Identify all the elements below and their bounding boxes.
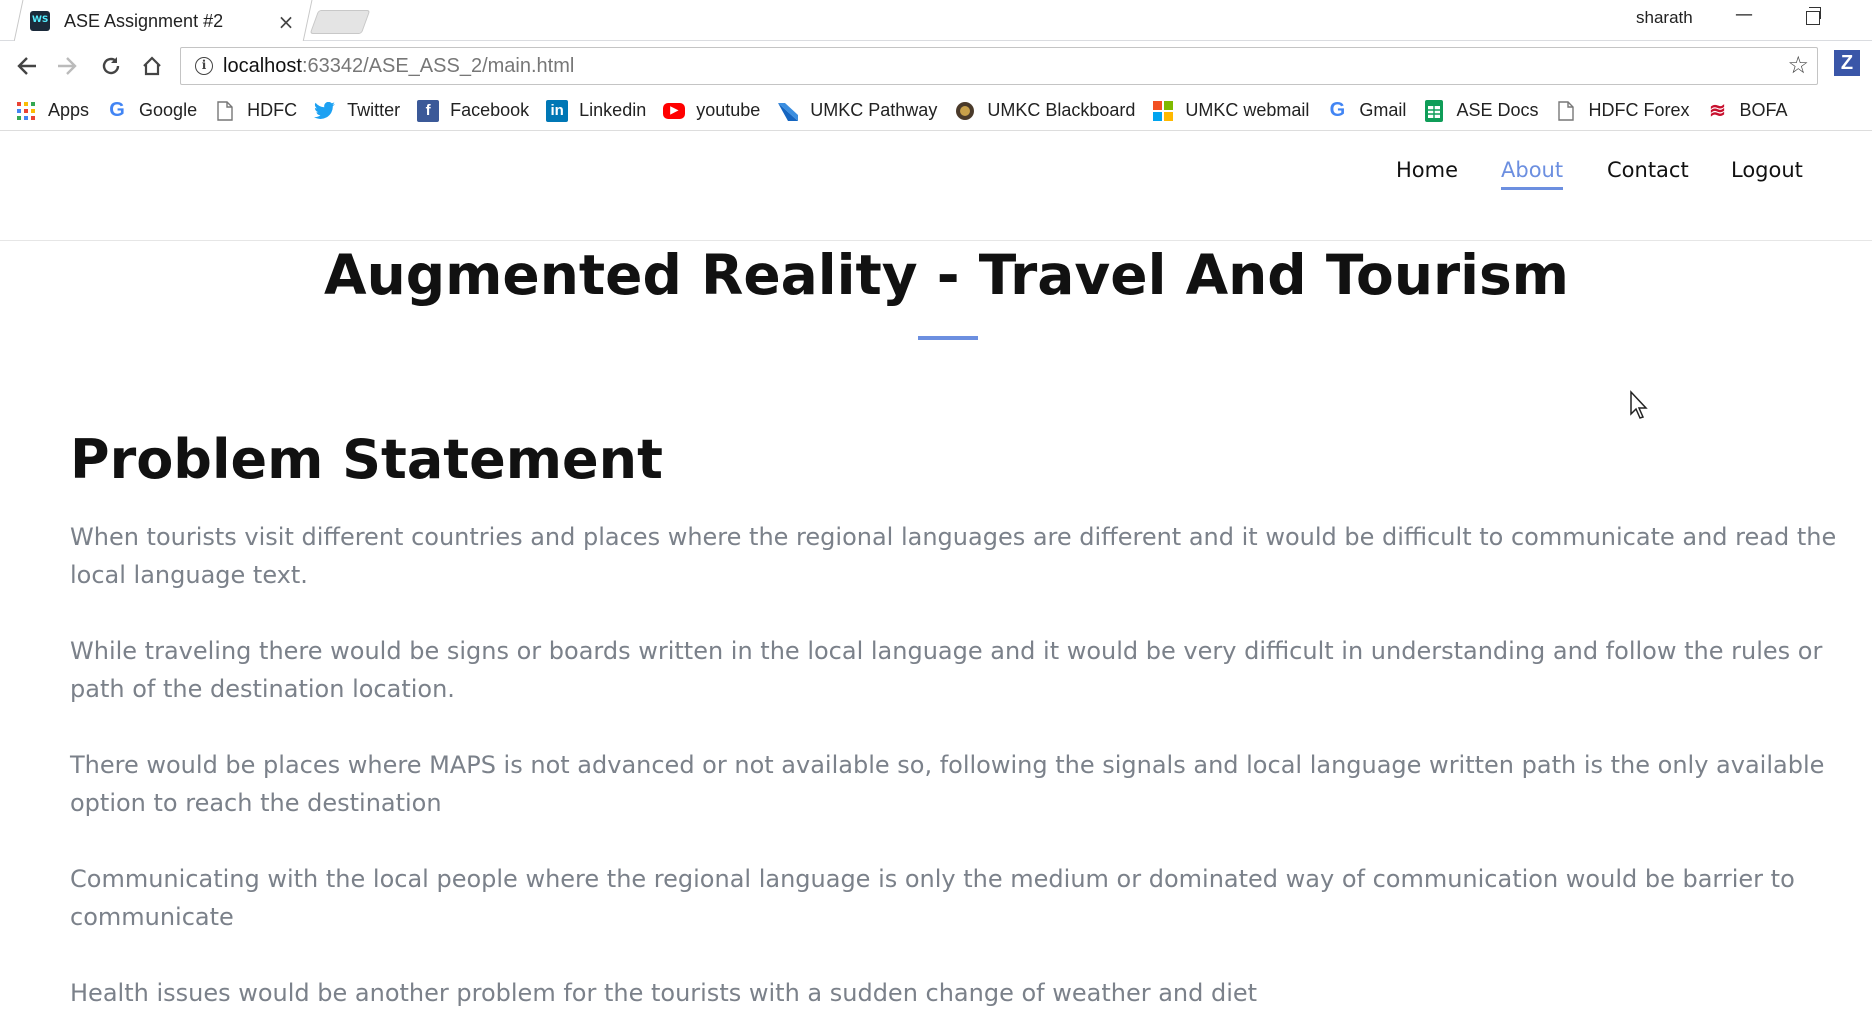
bookmark-label: UMKC Pathway bbox=[810, 100, 938, 120]
forward-arrow-icon bbox=[58, 57, 77, 75]
tab-title: ASE Assignment #2 bbox=[64, 10, 224, 31]
bookmark-bofa[interactable]: ≋ BOFA bbox=[1706, 100, 1787, 122]
page-content: Home About Contact Logout Augmented Real… bbox=[0, 132, 1872, 1016]
apps-grid-icon bbox=[15, 100, 37, 122]
bookmark-umkc-pathway[interactable]: UMKC Pathway bbox=[777, 100, 937, 122]
nav-about-link[interactable]: About bbox=[1501, 158, 1564, 190]
bookmark-ase-docs[interactable]: ASE Docs bbox=[1423, 99, 1539, 122]
url-text[interactable]: localhost:63342/ASE_ASS_2/main.html bbox=[223, 55, 574, 78]
bookmark-label: BOFA bbox=[1739, 100, 1788, 120]
page-icon bbox=[214, 100, 236, 122]
bookmark-label: Linkedin bbox=[579, 100, 647, 120]
facebook-icon: f bbox=[417, 99, 440, 122]
paragraph: There would be places where MAPS is not … bbox=[70, 751, 1825, 817]
home-icon bbox=[143, 56, 161, 76]
bookmark-gmail[interactable]: G Gmail bbox=[1326, 99, 1407, 122]
bookmark-hdfc-forex[interactable]: HDFC Forex bbox=[1555, 100, 1689, 122]
bookmark-label: Facebook bbox=[450, 100, 530, 120]
reload-button[interactable] bbox=[94, 49, 128, 83]
paragraph: Health issues would be another problem f… bbox=[70, 979, 1258, 1007]
home-button[interactable] bbox=[135, 49, 169, 83]
bookmarks-bar: Apps G Google HDFC Twitter f Facebook in Linkedi… bbox=[0, 91, 1872, 131]
bookmark-linkedin[interactable]: in Linkedin bbox=[546, 99, 647, 122]
webstorm-icon bbox=[30, 11, 50, 31]
google-icon: G bbox=[109, 99, 125, 121]
bookmark-label: HDFC bbox=[247, 100, 298, 120]
bookmark-star-icon[interactable]: ☆ bbox=[1787, 51, 1809, 79]
page-title: Augmented Reality - Travel And Tourism bbox=[324, 243, 1569, 307]
tab-strip: ASE Assignment #2 × sharath — bbox=[0, 0, 1872, 42]
restore-icon[interactable] bbox=[1806, 7, 1821, 25]
bofa-icon: ≋ bbox=[1709, 100, 1726, 122]
nav-home-link[interactable]: Home bbox=[1396, 158, 1458, 182]
bookmark-label: Apps bbox=[48, 100, 90, 120]
bookmark-label: Gmail bbox=[1359, 100, 1407, 120]
bookmark-label: UMKC Blackboard bbox=[987, 100, 1136, 120]
bookmark-umkc-blackboard[interactable]: UMKC Blackboard bbox=[954, 100, 1135, 122]
bookmark-youtube[interactable]: ▶ youtube bbox=[663, 100, 760, 121]
mouse-cursor-icon bbox=[1630, 390, 1648, 419]
back-button[interactable] bbox=[10, 49, 44, 83]
paragraph: When tourists visit different countries … bbox=[70, 523, 1837, 589]
umkc-seal-icon bbox=[954, 100, 976, 122]
nav-logout-link[interactable]: Logout bbox=[1731, 158, 1803, 182]
forward-button[interactable] bbox=[50, 49, 84, 83]
youtube-icon: ▶ bbox=[663, 102, 686, 119]
bookmark-umkc-webmail[interactable]: UMKC webmail bbox=[1152, 100, 1309, 122]
paragraph: Communicating with the local people wher… bbox=[70, 865, 1795, 931]
bookmark-label: Google bbox=[139, 100, 198, 120]
browser-toolbar: i localhost:63342/ASE_ASS_2/main.html ☆ … bbox=[0, 41, 1872, 91]
google-icon: G bbox=[1329, 99, 1346, 121]
address-bar[interactable]: i localhost:63342/ASE_ASS_2/main.html ☆ bbox=[180, 47, 1818, 85]
bookmark-label: youtube bbox=[696, 100, 761, 120]
section-title: Problem Statement bbox=[70, 428, 663, 491]
minimize-icon[interactable]: — bbox=[1734, 4, 1754, 25]
sheets-icon bbox=[1423, 99, 1445, 122]
bookmark-twitter[interactable]: Twitter bbox=[314, 100, 400, 122]
bookmark-label: Twitter bbox=[347, 100, 401, 120]
browser-tab-content[interactable]: ASE Assignment #2 bbox=[30, 8, 264, 34]
info-icon[interactable]: i bbox=[195, 57, 213, 75]
umkc-pathway-icon bbox=[777, 100, 799, 122]
new-tab-button[interactable] bbox=[309, 10, 371, 34]
bookmark-label: UMKC webmail bbox=[1185, 100, 1310, 120]
linkedin-icon: in bbox=[546, 99, 569, 122]
bookmark-facebook[interactable]: f Facebook bbox=[417, 99, 530, 122]
back-arrow-icon bbox=[17, 57, 36, 75]
bookmark-label: ASE Docs bbox=[1456, 100, 1539, 120]
microsoft-icon bbox=[1152, 100, 1174, 122]
twitter-icon bbox=[314, 100, 336, 122]
close-tab-icon[interactable]: × bbox=[276, 10, 296, 34]
reload-icon bbox=[102, 57, 120, 75]
profile-name[interactable]: sharath bbox=[1636, 8, 1693, 28]
bookmark-hdfc[interactable]: HDFC bbox=[214, 100, 297, 122]
page-icon bbox=[1555, 100, 1577, 122]
nav-contact-link[interactable]: Contact bbox=[1607, 158, 1689, 182]
bookmark-apps[interactable]: Apps bbox=[15, 100, 89, 122]
title-underline bbox=[918, 336, 978, 340]
site-navbar: Home About Contact Logout bbox=[0, 132, 1872, 241]
zotero-extension-icon[interactable]: Z bbox=[1834, 50, 1860, 76]
bookmark-google[interactable]: G Google bbox=[106, 99, 198, 122]
bookmark-label: HDFC Forex bbox=[1588, 100, 1690, 120]
paragraph: While traveling there would be signs or … bbox=[70, 637, 1823, 703]
